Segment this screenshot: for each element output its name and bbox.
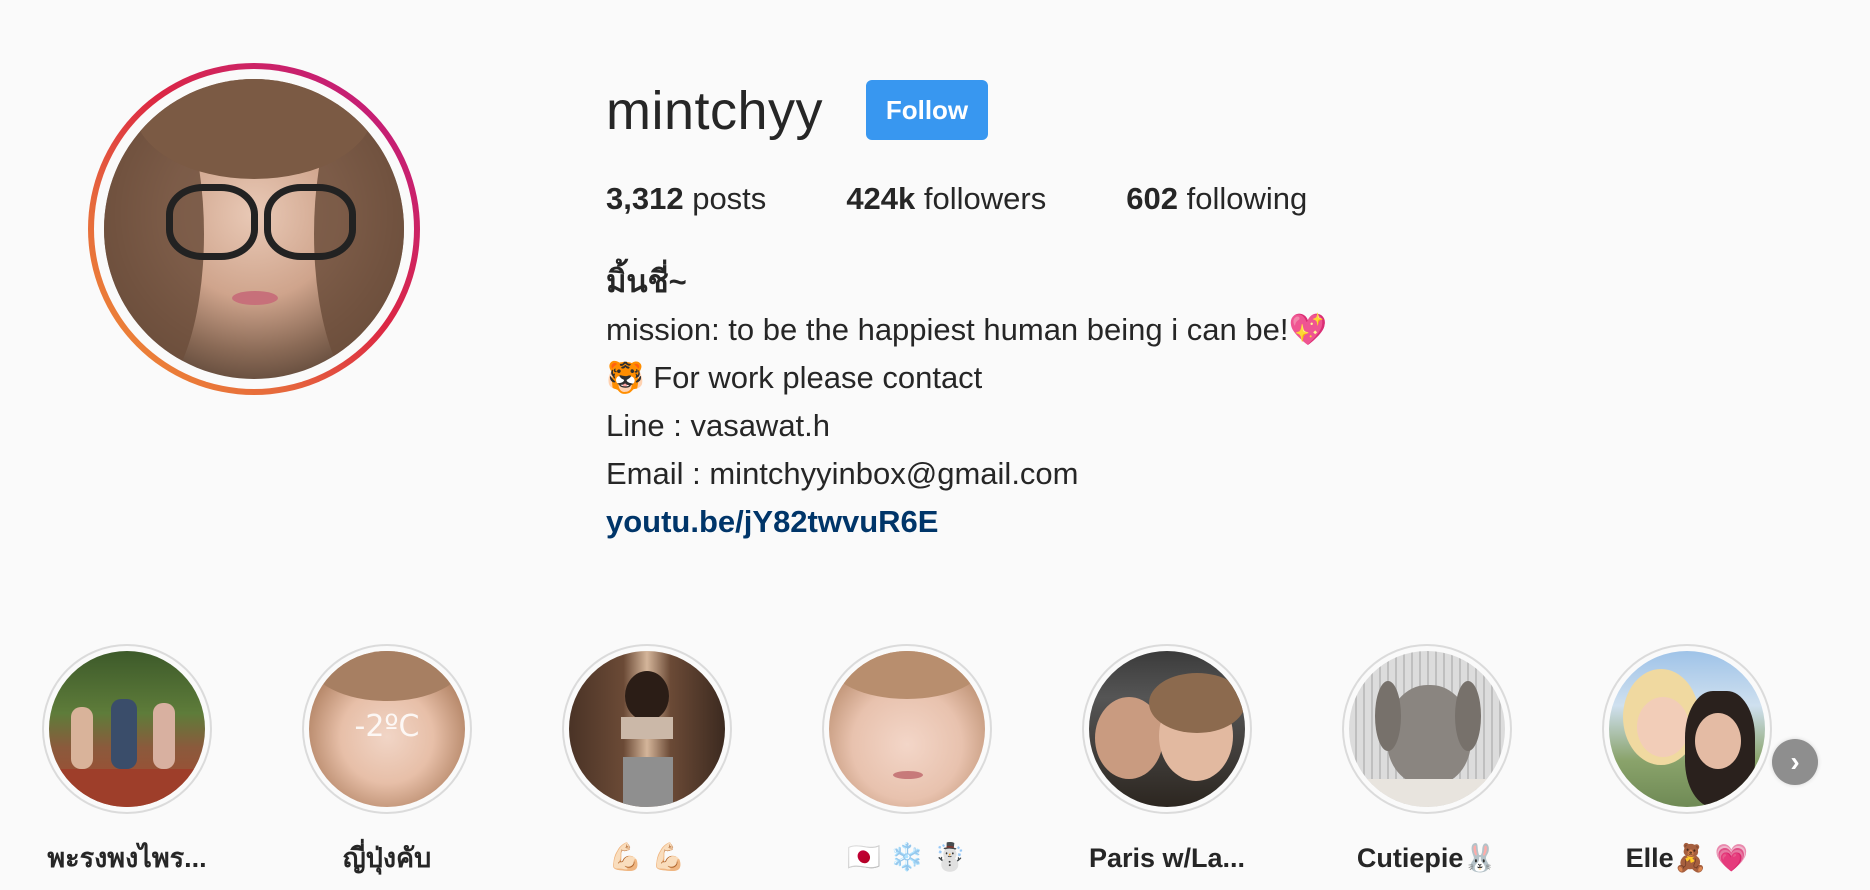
- highlight-item[interactable]: Paris w/La...: [1037, 644, 1297, 876]
- highlight-cover-ring[interactable]: [822, 644, 992, 814]
- posts-count: 3,312: [606, 181, 684, 216]
- story-highlights: พะรงพงไพร... -2ºC ญี่ปุ่งคับ 💪🏻 💪🏻 🇯🇵 ❄️…: [0, 644, 1870, 890]
- profile-username: mintchyy: [606, 81, 824, 141]
- highlight-item[interactable]: 💪🏻 💪🏻: [517, 644, 777, 876]
- highlight-cover-image: -2ºC: [309, 651, 465, 807]
- highlight-cover-image: [569, 651, 725, 807]
- highlight-item[interactable]: -2ºC ญี่ปุ่งคับ: [257, 644, 517, 876]
- highlight-label: Paris w/La...: [1088, 843, 1246, 873]
- followers-stat[interactable]: 424k followers: [846, 178, 1046, 220]
- profile-page: mintchyy Follow 3,312 posts 424k followe…: [0, 0, 1870, 890]
- highlight-item[interactable]: 🇯🇵 ❄️ ☃️: [777, 644, 1037, 876]
- highlight-cover-ring[interactable]: [1082, 644, 1252, 814]
- posts-stat: 3,312 posts: [606, 178, 766, 220]
- profile-bio: มิ้นชี่~ mission: to be the happiest hum…: [606, 258, 1327, 546]
- profile-avatar[interactable]: [104, 79, 404, 379]
- highlight-cover-ring[interactable]: [1602, 644, 1772, 814]
- bio-line-line-id: Line : vasawat.h: [606, 408, 831, 443]
- chevron-right-icon[interactable]: ›: [1772, 739, 1818, 785]
- profile-avatar-ring[interactable]: [88, 63, 420, 395]
- highlight-label: Cutiepie🐰: [1356, 843, 1498, 873]
- bio-external-link[interactable]: youtu.be/jY82twvuR6E: [606, 498, 1327, 546]
- highlight-label: 🇯🇵 ❄️ ☃️: [847, 842, 967, 873]
- highlight-overlay-text: -2ºC: [354, 709, 420, 744]
- profile-stats: 3,312 posts 424k followers 602 following: [606, 178, 1387, 220]
- highlight-cover-ring[interactable]: [562, 644, 732, 814]
- posts-label: posts: [692, 181, 767, 216]
- highlight-cover-ring[interactable]: [42, 644, 212, 814]
- highlight-cover-image: [1609, 651, 1765, 807]
- highlight-cover-ring[interactable]: -2ºC: [302, 644, 472, 814]
- highlight-label: Elle🧸 💗: [1625, 843, 1749, 873]
- highlight-cover-image: [1349, 651, 1505, 807]
- highlight-item[interactable]: Cutiepie🐰: [1297, 644, 1557, 876]
- bio-line-work: 🐯 For work please contact: [606, 360, 983, 395]
- highlight-cover-ring[interactable]: [1342, 644, 1512, 814]
- profile-full-name: มิ้นชี่~: [606, 264, 687, 299]
- highlight-cover-image: [1089, 651, 1245, 807]
- highlight-label: ญี่ปุ่งคับ: [342, 843, 432, 873]
- bio-line-mission: mission: to be the happiest human being …: [606, 312, 1328, 347]
- following-label: following: [1186, 181, 1308, 216]
- highlight-cover-image: [829, 651, 985, 807]
- followers-label: followers: [923, 181, 1047, 216]
- highlight-label: 💪🏻 💪🏻: [608, 842, 686, 873]
- followers-count: 424k: [846, 181, 916, 216]
- follow-button[interactable]: Follow: [866, 80, 988, 140]
- bio-line-email: Email : mintchyyinbox@gmail.com: [606, 456, 1079, 491]
- highlight-label: พะรงพงไพร...: [47, 843, 207, 873]
- following-count: 602: [1126, 181, 1178, 216]
- highlight-cover-image: [49, 651, 205, 807]
- following-stat[interactable]: 602 following: [1126, 178, 1307, 220]
- highlight-item[interactable]: พะรงพงไพร...: [0, 644, 257, 876]
